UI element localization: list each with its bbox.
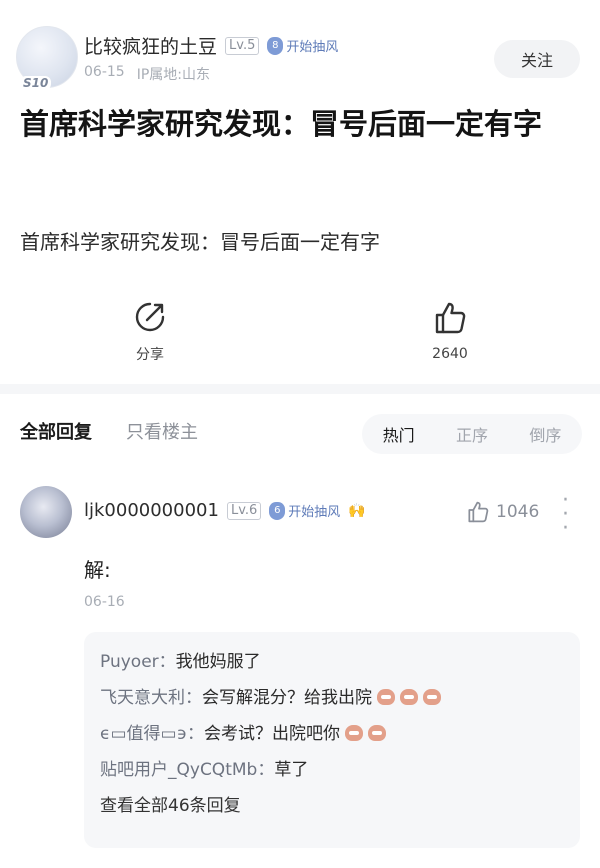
share-label: 分享 bbox=[136, 347, 164, 363]
sub-reply-author[interactable]: 贴吧用户_QyCQtMb bbox=[100, 760, 257, 780]
angry-emoji-icon bbox=[377, 689, 395, 705]
share-icon bbox=[135, 302, 165, 332]
thumbs-up-icon bbox=[435, 302, 466, 334]
avatar-badge: S10 bbox=[20, 76, 52, 90]
author-name[interactable]: 比较疯狂的土豆 bbox=[84, 32, 217, 59]
angry-emoji-icon bbox=[345, 725, 364, 741]
section-divider bbox=[0, 384, 600, 394]
share-button[interactable]: 分享 bbox=[90, 300, 210, 364]
comment-date: 06-16 bbox=[84, 594, 125, 610]
author-tag-label: 开始抽风 bbox=[286, 40, 339, 55]
author-avatar[interactable]: S10 bbox=[16, 26, 78, 90]
tab-sort-hot[interactable]: 热门 bbox=[383, 422, 415, 446]
sub-reply-text: 草了 bbox=[274, 760, 309, 780]
sub-reply[interactable]: 飞天意大利：会写解混分？给我出院 bbox=[100, 680, 564, 716]
tab-all-replies[interactable]: 全部回复 bbox=[20, 418, 92, 444]
tab-sort-ascending[interactable]: 正序 bbox=[456, 422, 488, 446]
view-all-replies-link[interactable]: 查看全部46条回复 bbox=[100, 788, 564, 824]
author-line: 比较疯狂的土豆 Lv.5 8 开始抽风 bbox=[84, 32, 338, 59]
reply-filter-tabs: 全部回复 只看楼主 bbox=[20, 418, 198, 444]
angry-emoji-icon bbox=[368, 725, 387, 741]
tab-sort-descending[interactable]: 倒序 bbox=[529, 422, 561, 446]
more-options-icon[interactable]: · · · bbox=[562, 490, 569, 540]
comment-like-count: 1046 bbox=[496, 502, 540, 522]
sub-reply-text: 会写解混分？给我出院 bbox=[202, 688, 372, 708]
sub-reply-text: 我他妈服了 bbox=[175, 652, 261, 672]
sub-reply[interactable]: ϵ▭值得▭϶：会考试？出院吧你 bbox=[100, 716, 564, 752]
post-body: 首席科学家研究发现：冒号后面一定有字 bbox=[20, 230, 380, 254]
sub-reply-text: 会考试？出院吧你 bbox=[204, 724, 341, 744]
comment-like-button[interactable]: 1046 bbox=[466, 500, 539, 524]
follow-button[interactable]: 关注 bbox=[494, 40, 580, 78]
post-header: S10 比较疯狂的土豆 Lv.5 8 开始抽风 06-15 IP属地:山东 关注 bbox=[0, 18, 600, 90]
sub-replies-panel: Puyoer：我他妈服了 飞天意大利：会写解混分？给我出院 ϵ▭值得▭϶：会考试… bbox=[84, 632, 580, 848]
sub-reply[interactable]: Puyoer：我他妈服了 bbox=[100, 644, 564, 680]
sub-reply-colon: ： bbox=[158, 652, 176, 672]
post-title: 首席科学家研究发现：冒号后面一定有字 bbox=[20, 107, 543, 141]
ip-location: IP属地:山东 bbox=[136, 67, 210, 83]
angry-emoji-icon bbox=[400, 689, 418, 705]
tab-op-only[interactable]: 只看楼主 bbox=[126, 418, 198, 444]
sub-reply-author[interactable]: ϵ▭值得▭϶ bbox=[100, 724, 187, 744]
commenter-tag: 6 开始抽风 bbox=[269, 501, 340, 520]
commenter-name[interactable]: ljk0000000001 bbox=[84, 500, 219, 521]
shield-icon: 8 bbox=[267, 36, 284, 55]
post-meta: 06-15 IP属地:山东 bbox=[84, 64, 210, 84]
comment-text: 解: bbox=[84, 558, 111, 582]
commenter-level-badge: Lv.6 bbox=[226, 501, 262, 520]
sub-reply-author[interactable]: 飞天意大利 bbox=[100, 688, 185, 708]
commenter-line: ljk0000000001 Lv.6 6 开始抽风 🙌 bbox=[84, 500, 366, 521]
sub-reply-colon: ： bbox=[185, 688, 202, 708]
sub-reply[interactable]: 贴吧用户_QyCQtMb：草了 bbox=[100, 752, 564, 788]
sub-reply-colon: ： bbox=[257, 760, 275, 780]
commenter-avatar[interactable] bbox=[20, 486, 72, 538]
shield-icon: 6 bbox=[269, 501, 286, 520]
sub-reply-colon: ： bbox=[187, 724, 205, 744]
like-count: 2640 bbox=[432, 346, 468, 362]
like-button[interactable]: 2640 bbox=[390, 300, 510, 362]
author-tag: 8 开始抽风 bbox=[267, 36, 338, 55]
commenter-tag-label: 开始抽风 bbox=[288, 505, 341, 520]
angry-emoji-icon bbox=[423, 689, 441, 705]
thumbs-up-icon bbox=[468, 501, 489, 523]
level-badge: Lv.5 bbox=[225, 36, 260, 55]
hands-emoji-icon: 🙌 bbox=[348, 502, 366, 519]
post-date: 06-15 bbox=[84, 64, 125, 80]
sort-tabs: 热门 正序 倒序 bbox=[362, 414, 582, 454]
sub-reply-author[interactable]: Puyoer bbox=[100, 652, 159, 672]
